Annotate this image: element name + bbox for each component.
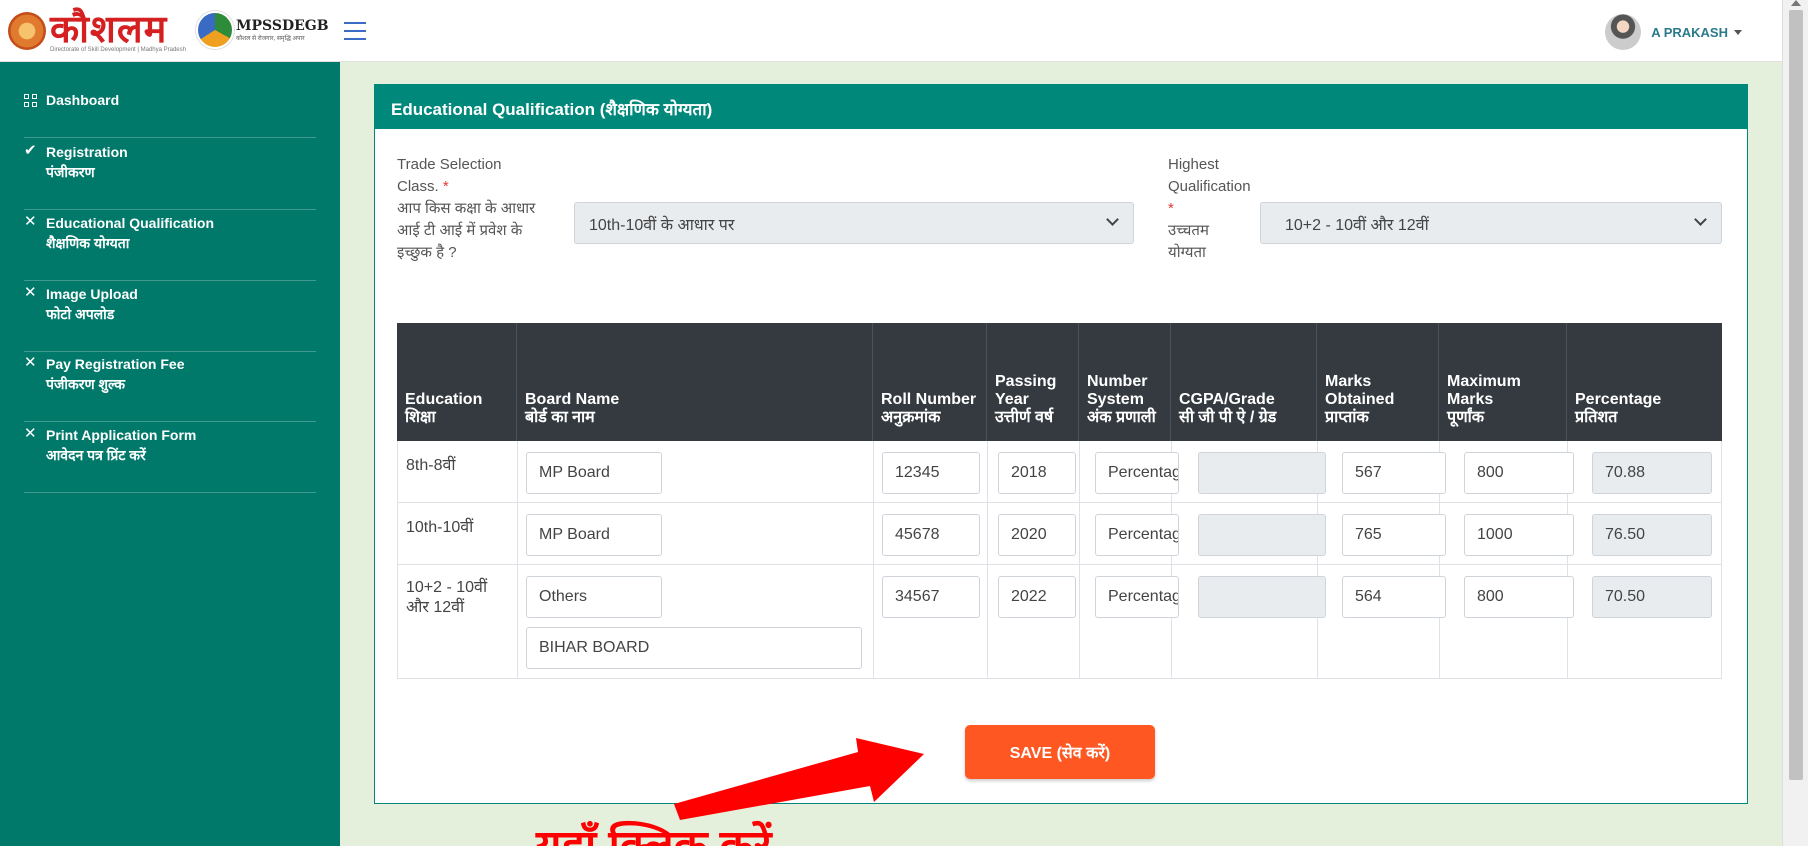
logo-text: कौशलम — [50, 6, 168, 51]
other-board-name-input[interactable]: BIHAR BOARD — [526, 627, 862, 669]
board-name-input[interactable]: MP Board — [526, 452, 662, 494]
close-icon: ✕ — [24, 354, 37, 371]
avatar — [1605, 14, 1642, 50]
sidebar-item-label: Print Application Form — [46, 427, 197, 443]
grid-icon — [24, 90, 46, 107]
maximum-marks-input[interactable]: 1000 — [1464, 514, 1574, 556]
highest-qualification-select[interactable]: 10+2 - 10वीं और 12वीं — [1260, 202, 1722, 244]
close-icon: ✕ — [24, 425, 37, 442]
top-bar: कौशलम Directorate of Skill Development |… — [0, 0, 1782, 62]
sidebar-item-dashboard[interactable]: Dashboard — [24, 90, 316, 138]
education-cell: 10+2 - 10वीं और 12वीं — [406, 579, 488, 616]
sidebar-item-educational-qualification[interactable]: ✕ Educational Qualification शैक्षणिक योग्… — [24, 213, 316, 281]
trade-selection-value: 10th-10वीं के आधार पर — [589, 217, 735, 234]
close-icon: ✕ — [24, 284, 37, 301]
menu-toggle-icon[interactable] — [344, 22, 366, 40]
sidebar: Dashboard ✔ Registration पंजीकरण ✕ Educat… — [0, 62, 340, 846]
col-passing-year: Passing Year उत्तीर्ण वर्ष — [987, 323, 1079, 441]
sidebar-item-print-application-form[interactable]: ✕ Print Application Form आवेदन पत्र प्रिं… — [24, 425, 316, 493]
user-name: A PRAKASH — [1651, 24, 1728, 40]
roll-number-input[interactable]: 12345 — [882, 452, 980, 494]
col-roll-number: Roll Number अनुक्रमांक — [873, 323, 987, 441]
percentage-output: 76.50 — [1592, 514, 1712, 556]
annotation-click-here: यहाँ क्लिक करें — [536, 822, 772, 846]
col-cgpa-grade: CGPA/Grade सी जी पी ऐ / ग्रेड — [1171, 323, 1317, 441]
chevron-down-icon — [1106, 213, 1119, 226]
sidebar-item-image-upload[interactable]: ✕ Image Upload फोटो अपलोड — [24, 284, 316, 352]
highest-qualification-value: 10+2 - 10वीं और 12वीं — [1285, 217, 1429, 234]
mpssdegb-emblem-icon — [196, 11, 234, 49]
number-system-select[interactable]: Percentage — [1095, 514, 1179, 556]
marks-obtained-input[interactable]: 765 — [1342, 514, 1446, 556]
maximum-marks-input[interactable]: 800 — [1464, 452, 1574, 494]
sidebar-item-label-hi: आवेदन पत्र प्रिंट करें — [46, 447, 146, 463]
mpssdegb-text: MPSSDEGB — [236, 18, 329, 34]
col-maximum-marks: Maximum Marks पूर्णांक — [1439, 323, 1567, 441]
required-mark: * — [1168, 200, 1174, 217]
number-system-select[interactable]: Percentage — [1095, 576, 1179, 618]
roll-number-input[interactable]: 45678 — [882, 514, 980, 556]
sidebar-item-label: Educational Qualification — [46, 215, 215, 231]
user-menu[interactable]: A PRAKASH — [1605, 14, 1742, 50]
roll-number-input[interactable]: 34567 — [882, 576, 980, 618]
education-cell: 8th-8वीं — [406, 457, 456, 474]
cgpa-input — [1198, 576, 1326, 618]
mpssdegb-subtext: कौशल से रोजगार, समृद्धि अपार — [236, 36, 305, 42]
table-header: Education शिक्षा Board Name बोर्ड का नाम R… — [397, 323, 1722, 441]
sidebar-item-label: Dashboard — [46, 92, 120, 108]
vertical-scrollbar[interactable] — [1782, 0, 1808, 846]
sidebar-item-registration[interactable]: ✔ Registration पंजीकरण — [24, 142, 316, 210]
kaushalam-logo[interactable]: कौशलम Directorate of Skill Development |… — [8, 6, 186, 56]
marks-obtained-input[interactable]: 564 — [1342, 576, 1446, 618]
caret-down-icon — [1734, 29, 1742, 35]
sidebar-item-label: Registration — [46, 144, 128, 160]
cgpa-input — [1198, 452, 1326, 494]
sidebar-item-label-hi: शैक्षणिक योग्यता — [46, 235, 130, 251]
number-system-select[interactable]: Percentage — [1095, 452, 1179, 494]
sidebar-item-label-hi: पंजीकरण शुल्क — [46, 376, 126, 392]
close-icon: ✕ — [24, 213, 37, 230]
sidebar-item-pay-registration-fee[interactable]: ✕ Pay Registration Fee पंजीकरण शुल्क — [24, 354, 316, 422]
passing-year-input[interactable]: 2018 — [998, 452, 1076, 494]
mpssdegb-logo[interactable]: MPSSDEGB कौशल से रोजगार, समृद्धि अपार — [196, 6, 329, 54]
scroll-up-icon[interactable] — [1791, 0, 1801, 6]
education-cell: 10th-10वीं — [406, 519, 474, 536]
check-icon: ✔ — [24, 142, 37, 159]
card-title: Educational Qualification (शैक्षणिक योग्… — [375, 85, 1747, 129]
cgpa-input — [1198, 514, 1326, 556]
col-number-system: Number System अंक प्रणाली — [1079, 323, 1171, 441]
sidebar-item-label-hi: पंजीकरण — [46, 164, 95, 180]
percentage-output: 70.50 — [1592, 576, 1712, 618]
col-education: Education शिक्षा — [397, 323, 517, 441]
trade-selection-select[interactable]: 10th-10वीं के आधार पर — [574, 202, 1134, 244]
scrollbar-thumb[interactable] — [1789, 10, 1803, 780]
trade-selection-label: Trade Selection Class. * आप किस कक्षा के… — [397, 156, 536, 261]
marks-obtained-input[interactable]: 567 — [1342, 452, 1446, 494]
sidebar-item-label: Image Upload — [46, 286, 138, 302]
col-marks-obtained: Marks Obtained प्राप्तांक — [1317, 323, 1439, 441]
annotation-arrow-icon — [674, 738, 924, 820]
col-percentage: Percentage प्रतिशत — [1575, 391, 1662, 426]
passing-year-input[interactable]: 2020 — [998, 514, 1076, 556]
sidebar-item-label: Pay Registration Fee — [46, 356, 185, 372]
emblem-icon — [8, 12, 46, 50]
chevron-down-icon — [1694, 213, 1707, 226]
sidebar-item-label-hi: फोटो अपलोड — [46, 306, 115, 322]
maximum-marks-input[interactable]: 800 — [1464, 576, 1574, 618]
board-name-input[interactable]: MP Board — [526, 514, 662, 556]
required-mark: * — [442, 178, 449, 195]
percentage-output: 70.88 — [1592, 452, 1712, 494]
col-board-name: Board Name बोर्ड का नाम — [517, 323, 873, 441]
save-button[interactable]: SAVE (सेव करें) — [965, 725, 1155, 779]
logo-subtext: Directorate of Skill Development | Madhy… — [50, 47, 186, 53]
passing-year-input[interactable]: 2022 — [998, 576, 1076, 618]
board-name-select[interactable]: Others — [526, 576, 662, 618]
